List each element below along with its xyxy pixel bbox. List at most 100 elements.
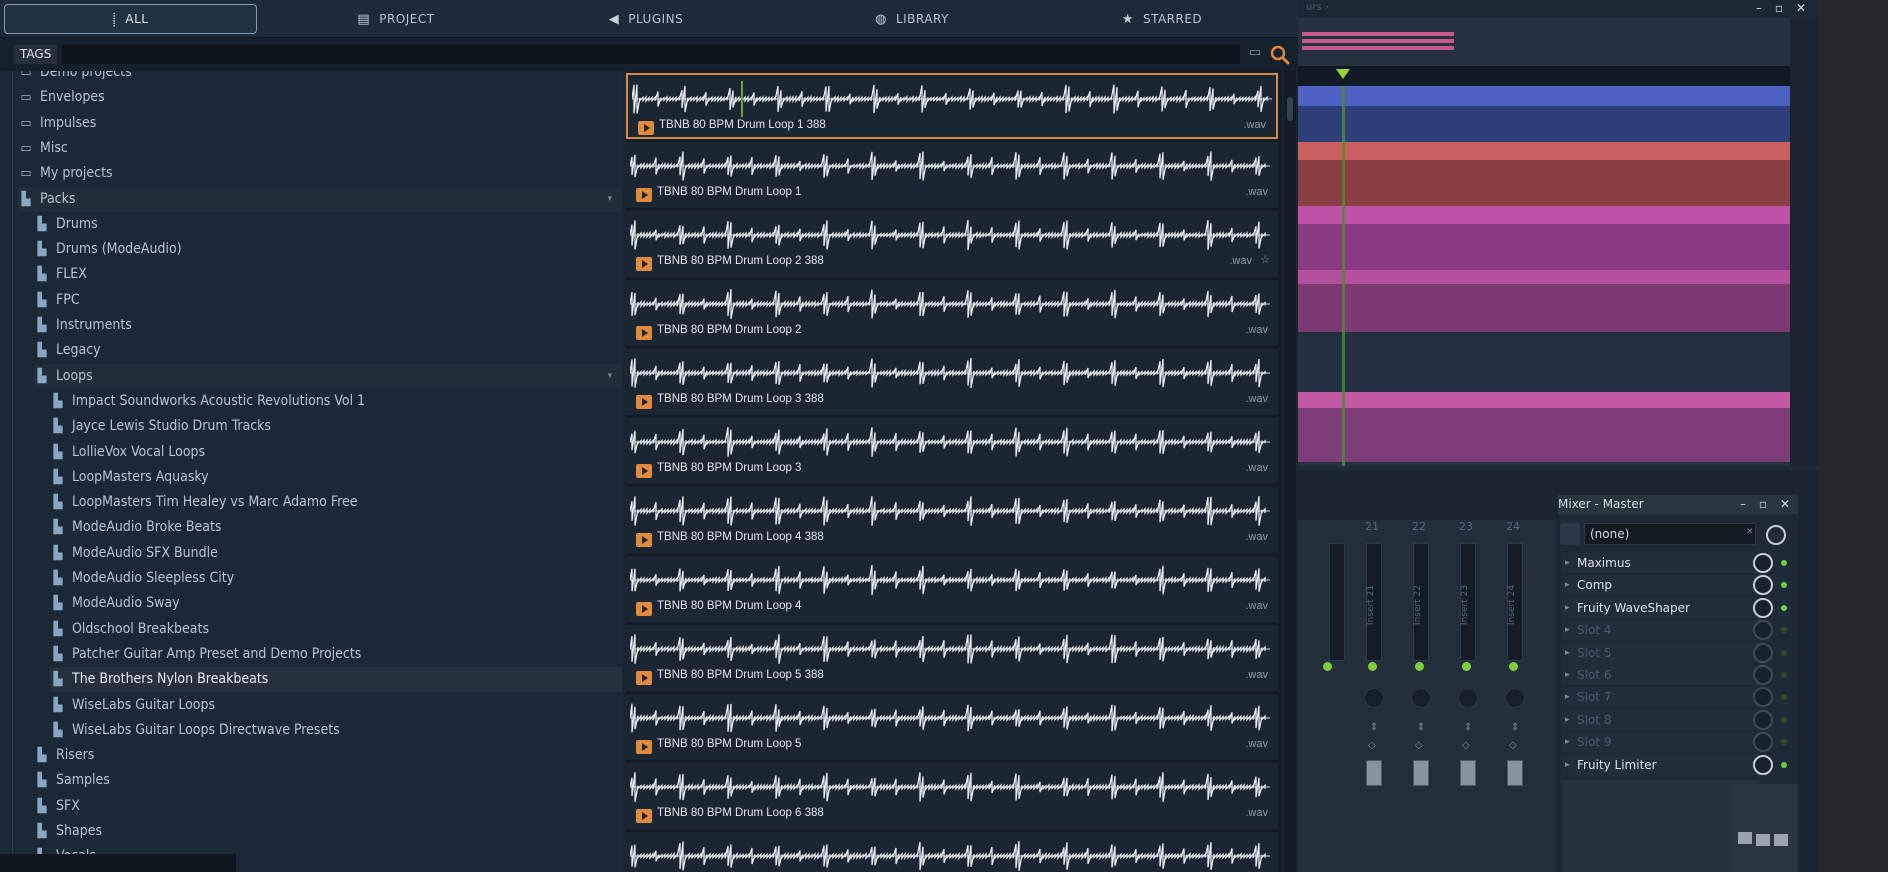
play-icon[interactable] (636, 533, 652, 547)
insert-led[interactable] (1462, 662, 1471, 671)
close-icon[interactable]: ✕ (1778, 497, 1792, 511)
tree-item[interactable]: ▙ Drums (34, 212, 622, 237)
mix-knob[interactable] (1753, 597, 1773, 618)
tree-item[interactable]: ▙ Patcher Guitar Amp Preset and Demo Proj… (50, 642, 622, 667)
search-icon[interactable] (1268, 43, 1290, 65)
volume-fader[interactable] (1366, 760, 1382, 786)
waveform[interactable] (630, 838, 1270, 872)
mix-knob[interactable] (1753, 709, 1773, 730)
timeline-ruler[interactable] (1298, 66, 1790, 86)
tree-item[interactable]: ▙ ModeAudio Broke Beats (50, 515, 622, 540)
mixer-fx-slot[interactable]: Slot 4 (1562, 620, 1760, 641)
sample-row[interactable]: TBNB 80 BPM Drum Loop 4 .wav (626, 556, 1278, 622)
tree-item[interactable]: ▙ Legacy (34, 338, 622, 363)
waveform[interactable] (630, 217, 1270, 253)
waveform[interactable] (630, 355, 1270, 391)
insert-led[interactable] (1323, 662, 1332, 671)
stereo-icon[interactable]: ⇕ (1464, 722, 1472, 733)
play-icon[interactable] (638, 121, 654, 135)
slot-enable-led[interactable] (1781, 604, 1787, 611)
tab-library[interactable]: ◍ LIBRARY (796, 4, 1028, 34)
tree-item[interactable]: ▙ LoopMasters Aquasky (50, 465, 622, 490)
mixer-fx-slot[interactable]: Slot 6 (1562, 665, 1760, 685)
playlist-titlebar[interactable]: urs › – ▫ ✕ (1298, 0, 1818, 18)
sample-row[interactable]: TBNB 80 BPM Drum Loop 5 .wav (626, 694, 1278, 760)
swap-icon[interactable]: ◇ (1415, 740, 1423, 751)
swap-icon[interactable]: ◇ (1509, 740, 1517, 751)
play-icon[interactable] (636, 188, 652, 202)
sample-row[interactable]: TBNB 80 BPM Drum Loop 3 .wav (626, 418, 1278, 484)
play-icon[interactable] (636, 809, 652, 823)
tree-item[interactable]: ▭ Demo projects (18, 71, 622, 85)
slot-enable-led[interactable] (1781, 716, 1787, 723)
folder-icon[interactable]: ▭ (1246, 45, 1264, 63)
tree-item[interactable]: ▙ WiseLabs Guitar Loops (50, 693, 622, 718)
expand-caret-icon[interactable]: ▾ (608, 364, 612, 389)
maximize-icon[interactable]: ▫ (1756, 497, 1770, 511)
mix-knob[interactable] (1753, 754, 1773, 775)
expand-caret-icon[interactable]: ▾ (608, 187, 612, 212)
mix-knob[interactable] (1753, 642, 1773, 663)
tree-item[interactable]: ▙ Oldschool Breakbeats (50, 617, 622, 642)
sample-row[interactable]: TBNB 80 BPM Drum Loop 1 388 .wav (626, 73, 1278, 139)
mixer-fx-slot[interactable]: Slot 7 (1562, 687, 1760, 708)
waveform[interactable] (630, 562, 1270, 598)
master-fader[interactable] (1738, 832, 1752, 844)
play-icon[interactable] (636, 740, 652, 754)
tree-item[interactable]: ▙ The Brothers Nylon Breakbeats (50, 667, 622, 693)
tree-item[interactable]: ▙ Loops ▾ (34, 363, 622, 389)
clock-icon[interactable] (1766, 525, 1786, 545)
mixer-fx-slot[interactable]: Slot 9 (1562, 732, 1760, 753)
slot-enable-led[interactable] (1781, 761, 1787, 768)
play-icon[interactable] (636, 602, 652, 616)
scroll-thumb[interactable] (1287, 97, 1293, 121)
volume-fader[interactable] (1460, 760, 1476, 786)
stereo-icon[interactable]: ⇕ (1417, 722, 1425, 733)
waveform[interactable] (632, 81, 1272, 117)
play-icon[interactable] (636, 395, 652, 409)
tree-item[interactable]: ▙ FPC (34, 288, 622, 313)
playhead[interactable] (1342, 86, 1345, 466)
swap-icon[interactable]: ◇ (1462, 740, 1470, 751)
swap-icon[interactable]: ◇ (1368, 740, 1376, 751)
play-icon[interactable] (636, 671, 652, 685)
playlist-area[interactable] (1298, 18, 1790, 466)
volume-fader[interactable] (1413, 760, 1429, 786)
tree-item[interactable]: ▙ Shapes (34, 819, 622, 844)
insert-led[interactable] (1415, 662, 1424, 671)
pan-knob[interactable] (1505, 688, 1525, 708)
sample-row[interactable]: TBNB 80 BPM Drum Loop 4 388 .wav (626, 487, 1278, 553)
pan-knob[interactable] (1458, 688, 1478, 708)
tree-item[interactable]: ▙ Packs ▾ (18, 186, 622, 212)
sample-row[interactable]: TBNB 80 BPM Drum Loop 2 .wav (626, 280, 1278, 346)
sample-row[interactable]: TBNB 80 BPM Drum Loop 6 388 .wav (626, 763, 1278, 829)
pan-knob[interactable] (1364, 688, 1384, 708)
tree-item[interactable]: ▙ LollieVox Vocal Loops (50, 440, 622, 465)
mix-knob[interactable] (1753, 553, 1773, 573)
stereo-icon[interactable]: ⇕ (1370, 722, 1378, 733)
maximize-icon[interactable]: ▫ (1772, 1, 1786, 15)
waveform[interactable] (630, 424, 1270, 460)
star-icon[interactable]: ☆ (1260, 253, 1270, 266)
tree-item[interactable]: ▙ SFX (34, 794, 622, 819)
sample-row[interactable]: TBNB 80 BPM Drum Loop 2 388 .wav ☆ (626, 211, 1278, 277)
play-icon[interactable] (636, 257, 652, 271)
sample-row[interactable]: TBNB 80 BPM Drum Loop 3 388 .wav (626, 349, 1278, 415)
mixer-preset-select[interactable]: (none) (1584, 523, 1756, 545)
tree-item[interactable]: ▙ Impact Soundworks Acoustic Revolutions … (50, 389, 622, 414)
tab-project[interactable]: ▤ PROJECT (286, 4, 506, 34)
slot-enable-led[interactable] (1781, 649, 1787, 656)
waveform[interactable] (630, 700, 1270, 736)
waveform[interactable] (630, 493, 1270, 529)
tree-item[interactable]: ▭ Envelopes (18, 85, 622, 110)
mixer-fx-slot[interactable]: Maximus (1562, 553, 1760, 573)
tab-starred[interactable]: ★ STARRED (1046, 4, 1278, 34)
play-icon[interactable] (636, 326, 652, 340)
tree-item[interactable]: ▙ LoopMasters Tim Healey vs Marc Adamo Fr… (50, 490, 622, 515)
tree-item[interactable]: ▭ Misc (18, 136, 622, 161)
mixer-fx-slot[interactable]: Slot 8 (1562, 709, 1760, 730)
tree-item[interactable]: ▙ Risers (34, 743, 622, 768)
master-fader[interactable] (1756, 834, 1770, 846)
volume-fader[interactable] (1507, 760, 1523, 786)
tree-item[interactable]: ▙ ModeAudio Sway (50, 591, 622, 616)
